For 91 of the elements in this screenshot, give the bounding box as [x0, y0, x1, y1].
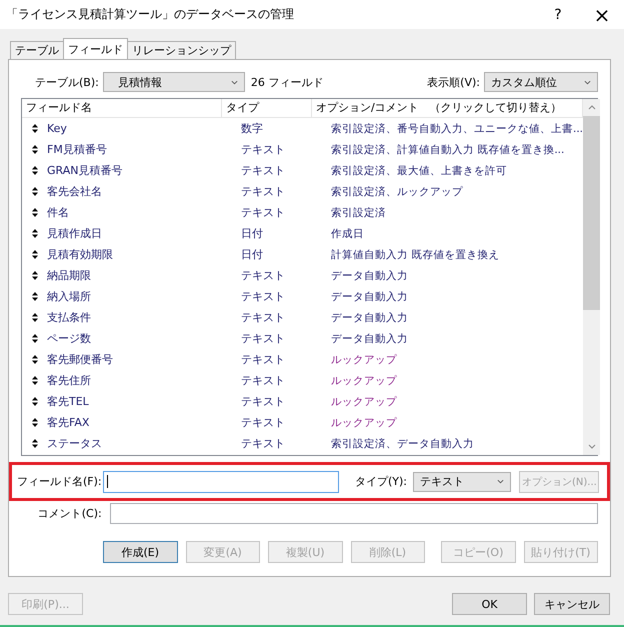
field-type: テキスト [241, 415, 286, 430]
field-type: テキスト [241, 394, 286, 409]
reorder-handle-icon[interactable] [32, 292, 38, 301]
reorder-handle-icon[interactable] [32, 313, 38, 322]
field-name: FM見積番号 [47, 142, 108, 157]
comment-label: コメント(C): [36, 506, 102, 521]
field-type: テキスト [241, 436, 286, 451]
reorder-handle-icon[interactable] [32, 439, 38, 448]
field-type: テキスト [241, 205, 286, 220]
scroll-up-icon[interactable] [588, 105, 596, 110]
field-type: テキスト [241, 373, 286, 388]
field-options: ルックアップ [331, 394, 397, 408]
chevron-icon [230, 80, 238, 84]
field-name: ステータス [47, 436, 103, 451]
ok-button[interactable]: OK [452, 593, 527, 615]
reorder-handle-icon[interactable] [32, 271, 38, 280]
reorder-handle-icon[interactable] [32, 124, 38, 133]
field-type: 日付 [241, 226, 264, 241]
action-button[interactable]: 作成(E) [103, 541, 178, 563]
tab[interactable]: リレーションシップ [127, 41, 236, 59]
field-options: データ自動入力 [331, 268, 408, 282]
field-count: 26 フィールド [250, 74, 324, 90]
field-type: テキスト [241, 163, 286, 178]
field-options: 索引設定済、番号自動入力、ユニークな値、上書... [331, 122, 584, 136]
field-name: GRAN見積番号 [47, 163, 124, 178]
sort-label: 表示順(V): [427, 74, 480, 90]
field-name: 見積有効期限 [47, 247, 114, 262]
tab[interactable]: テーブル [10, 41, 64, 59]
type-dropdown[interactable]: テキスト [413, 472, 512, 492]
reorder-handle-icon[interactable] [32, 145, 38, 154]
field-options: 索引設定済 [331, 206, 386, 220]
field-type: テキスト [241, 268, 286, 283]
tab[interactable]: フィールド [63, 38, 128, 59]
reorder-handle-icon[interactable] [32, 187, 38, 196]
field-options: 索引設定済、ルックアップ [331, 184, 463, 198]
field-options: ルックアップ [331, 374, 397, 388]
field-options: 計算値自動入力 既存値を置き換え [331, 248, 500, 262]
field-type: 数字 [241, 121, 264, 136]
field-name: 納入場所 [47, 289, 92, 304]
field-name: 納品期限 [47, 268, 92, 283]
field-name: 見積作成日 [47, 226, 103, 241]
reorder-handle-icon[interactable] [32, 355, 38, 364]
field-name: 件名 [47, 205, 70, 220]
window-title: 「ライセンス見積計算ツール」のデータベースの管理 [6, 6, 295, 23]
scroll-down-icon[interactable] [588, 444, 596, 449]
field-name-input[interactable] [103, 470, 339, 492]
chevron-icon [497, 479, 504, 484]
field-options: ルックアップ [331, 416, 397, 430]
cancel-button[interactable]: キャンセル [534, 593, 610, 615]
scrollbar[interactable] [583, 99, 600, 455]
column-header[interactable]: タイプ [222, 99, 312, 117]
field-options: データ自動入力 [331, 310, 408, 324]
comment-input[interactable] [110, 503, 598, 524]
reorder-handle-icon[interactable] [32, 208, 38, 217]
reorder-handle-icon[interactable] [32, 229, 38, 238]
field-type: テキスト [241, 142, 286, 157]
reorder-handle-icon[interactable] [32, 418, 38, 427]
field-name: 客先会社名 [47, 184, 103, 199]
sort-dropdown[interactable]: カスタム順位 [484, 72, 598, 92]
reorder-handle-icon[interactable] [32, 166, 38, 175]
reorder-handle-icon[interactable] [32, 376, 38, 385]
reorder-handle-icon[interactable] [32, 334, 38, 343]
field-name: 支払条件 [47, 310, 92, 325]
table-label: テーブル(B): [35, 74, 99, 90]
field-type: テキスト [241, 184, 286, 199]
table-dropdown[interactable]: 見積情報 [102, 72, 245, 92]
field-options: ルックアップ [331, 352, 397, 366]
field-name: ページ数 [47, 331, 92, 346]
type-label: タイプ(Y): [355, 474, 408, 489]
field-name: 客先TEL [47, 394, 90, 409]
reorder-handle-icon[interactable] [32, 397, 38, 406]
help-button[interactable]: ? [536, 0, 580, 29]
chevron-icon [584, 80, 591, 84]
field-options: データ自動入力 [331, 290, 408, 304]
field-name: Key [47, 122, 68, 135]
field-options: データ自動入力 [331, 332, 408, 346]
field-options: 索引設定済、データ自動入力 [331, 436, 474, 450]
field-type: テキスト [241, 352, 286, 367]
field-type: テキスト [241, 310, 286, 325]
reorder-handle-icon[interactable] [32, 250, 38, 259]
field-type: 日付 [241, 247, 264, 262]
column-header[interactable]: フィールド名 [22, 99, 222, 117]
close-button[interactable]: × [580, 0, 624, 29]
field-name: 客先FAX [47, 415, 90, 430]
field-options: 索引設定済、計算値自動入力 既存値を置き換... [331, 142, 564, 156]
field-type: テキスト [241, 331, 286, 346]
field-type: テキスト [241, 289, 286, 304]
field-name: 客先郵便番号 [47, 352, 114, 367]
field-name: 客先住所 [47, 373, 92, 388]
field-options: 索引設定済、最大値、上書きを許可 [331, 164, 507, 178]
field-options: 作成日 [331, 226, 364, 240]
